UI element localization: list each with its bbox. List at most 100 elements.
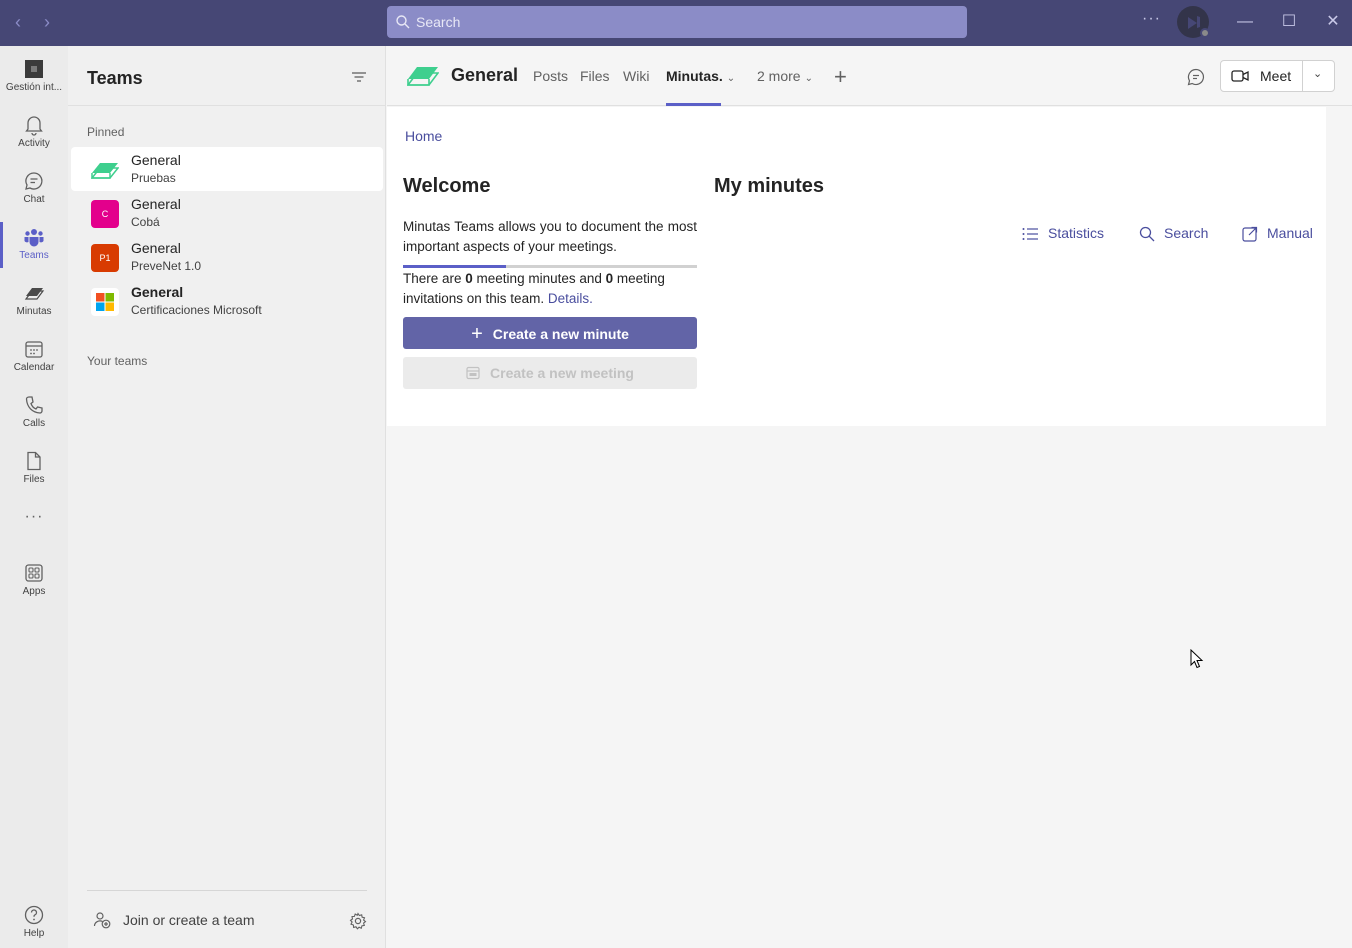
chevron-right-icon: › [44,12,50,32]
minutas-logo-icon [91,163,119,179]
team-row-pruebas[interactable]: General Pruebas [71,147,383,191]
chevron-down-icon[interactable]: ⌄ [1313,67,1322,80]
tab-posts[interactable]: Posts [533,68,568,106]
rail-label: Activity [18,138,50,149]
tab-more[interactable]: 2 more ⌄ [757,68,813,106]
plus-icon: + [471,323,483,345]
invitations-count: 0 [605,271,614,286]
search-button[interactable]: Search [1138,224,1210,244]
rail-item-activity[interactable]: Activity [0,108,68,162]
chevron-down-icon: ⌄ [726,73,736,84]
rail-item-teams[interactable]: Teams [0,220,68,274]
create-meeting-button: Create a new meeting [403,357,697,389]
rail-item-calendar[interactable]: Calendar [0,332,68,386]
file-icon [27,451,41,471]
channel-name: General [131,284,184,300]
minutas-icon [24,288,45,300]
minutas-app-content: Home Welcome Minutas Teams allows you to… [387,107,1326,426]
meet-label: Meet [1260,68,1292,84]
filter-icon[interactable] [350,68,368,86]
action-label: Manual [1267,225,1313,241]
tab-files[interactable]: Files [580,68,610,106]
list-icon [1022,228,1038,240]
back-button[interactable]: ‹ [8,12,28,32]
app-rail: Gestión int... Activity Chat Teams Minut… [0,46,68,948]
rail-label: Files [23,474,45,485]
team-row-certificaciones[interactable]: General Certificaciones Microsoft [71,279,383,323]
minutas-logo-icon [407,67,439,86]
tab-label: 2 more [757,68,801,84]
org-app-icon [25,60,43,78]
rail-label: Minutas [16,306,52,317]
tab-wiki[interactable]: Wiki [623,68,649,106]
progress-bar [403,265,697,268]
stats-prefix: There are [403,271,466,286]
pinned-label: Pinned [87,125,125,139]
rail-item-more[interactable]: ··· [0,502,68,542]
channel-name: General [131,152,181,168]
action-label: Search [1164,225,1209,241]
minimize-button[interactable]: — [1235,12,1255,32]
chevron-left-icon: ‹ [15,12,21,32]
rail-item-gestion[interactable]: Gestión int... [0,52,68,106]
tab-label: Wiki [623,68,650,84]
meet-button[interactable]: Meet ⌄ [1220,60,1335,92]
divider [68,105,386,106]
rail-label: Help [23,928,45,939]
add-tab-button[interactable]: + [834,64,847,90]
button-label: Create a new meeting [490,365,634,381]
rail-item-calls[interactable]: Calls [0,388,68,442]
progress-fill [403,265,506,268]
calendar-icon [466,366,480,380]
forward-button[interactable]: › [37,12,57,32]
details-link[interactable]: Details. [548,291,593,306]
rail-item-chat[interactable]: Chat [0,164,68,218]
welcome-title: Welcome [403,175,491,197]
add-people-icon [93,912,111,929]
phone-icon [25,396,43,414]
help-icon [24,905,44,925]
close-button[interactable]: ✕ [1323,12,1343,32]
rail-item-help[interactable]: Help [0,898,68,948]
minutes-count: 0 [465,271,473,286]
channel-header: General Posts Files Wiki Minutas. ⌄ 2 mor… [387,46,1352,106]
statistics-button[interactable]: Statistics [1021,224,1111,244]
presence-status-icon [1200,28,1210,38]
chat-icon [25,172,43,190]
conversation-icon[interactable] [1186,67,1206,87]
rail-label: Apps [22,586,46,597]
more-icon: ··· [24,508,44,525]
rail-item-apps[interactable]: Apps [0,556,68,610]
team-row-coba[interactable]: C General Cobá [71,191,383,235]
join-create-team-button[interactable]: Join or create a team [87,908,287,932]
search-icon [396,15,410,29]
pane-title: Teams [87,68,143,88]
microsoft-logo-icon [91,288,119,316]
welcome-text: Minutas Teams allows you to document the… [403,219,697,254]
team-name: Cobá [131,215,160,229]
search-icon [1139,226,1155,242]
rail-item-minutas[interactable]: Minutas [0,276,68,330]
teams-icon [24,229,44,247]
your-teams-label: Your teams [87,354,148,368]
breadcrumb-home[interactable]: Home [405,128,442,144]
divider [1302,61,1303,91]
team-name: PreveNet 1.0 [131,259,202,273]
maximize-button[interactable]: ☐ [1279,12,1299,32]
profile-avatar[interactable] [1177,6,1210,38]
open-external-icon [1242,226,1258,242]
tab-minutas[interactable]: Minutas. ⌄ [666,68,735,106]
search-box[interactable] [387,6,967,38]
gear-icon[interactable] [349,912,367,930]
stats-text: There are 0 meeting minutes and 0 meetin… [403,269,697,309]
create-minute-button[interactable]: + Create a new minute [403,317,697,349]
team-row-prevenet[interactable]: P1 General PreveNet 1.0 [71,235,383,279]
rail-item-files[interactable]: Files [0,444,68,498]
manual-button[interactable]: Manual [1241,224,1317,244]
search-input[interactable] [416,6,956,38]
bell-icon [25,116,43,136]
my-minutes-title: My minutes [714,175,825,197]
channel-name: General [131,240,181,256]
settings-more-button[interactable]: ··· [1142,10,1161,28]
video-camera-icon [1231,70,1249,82]
